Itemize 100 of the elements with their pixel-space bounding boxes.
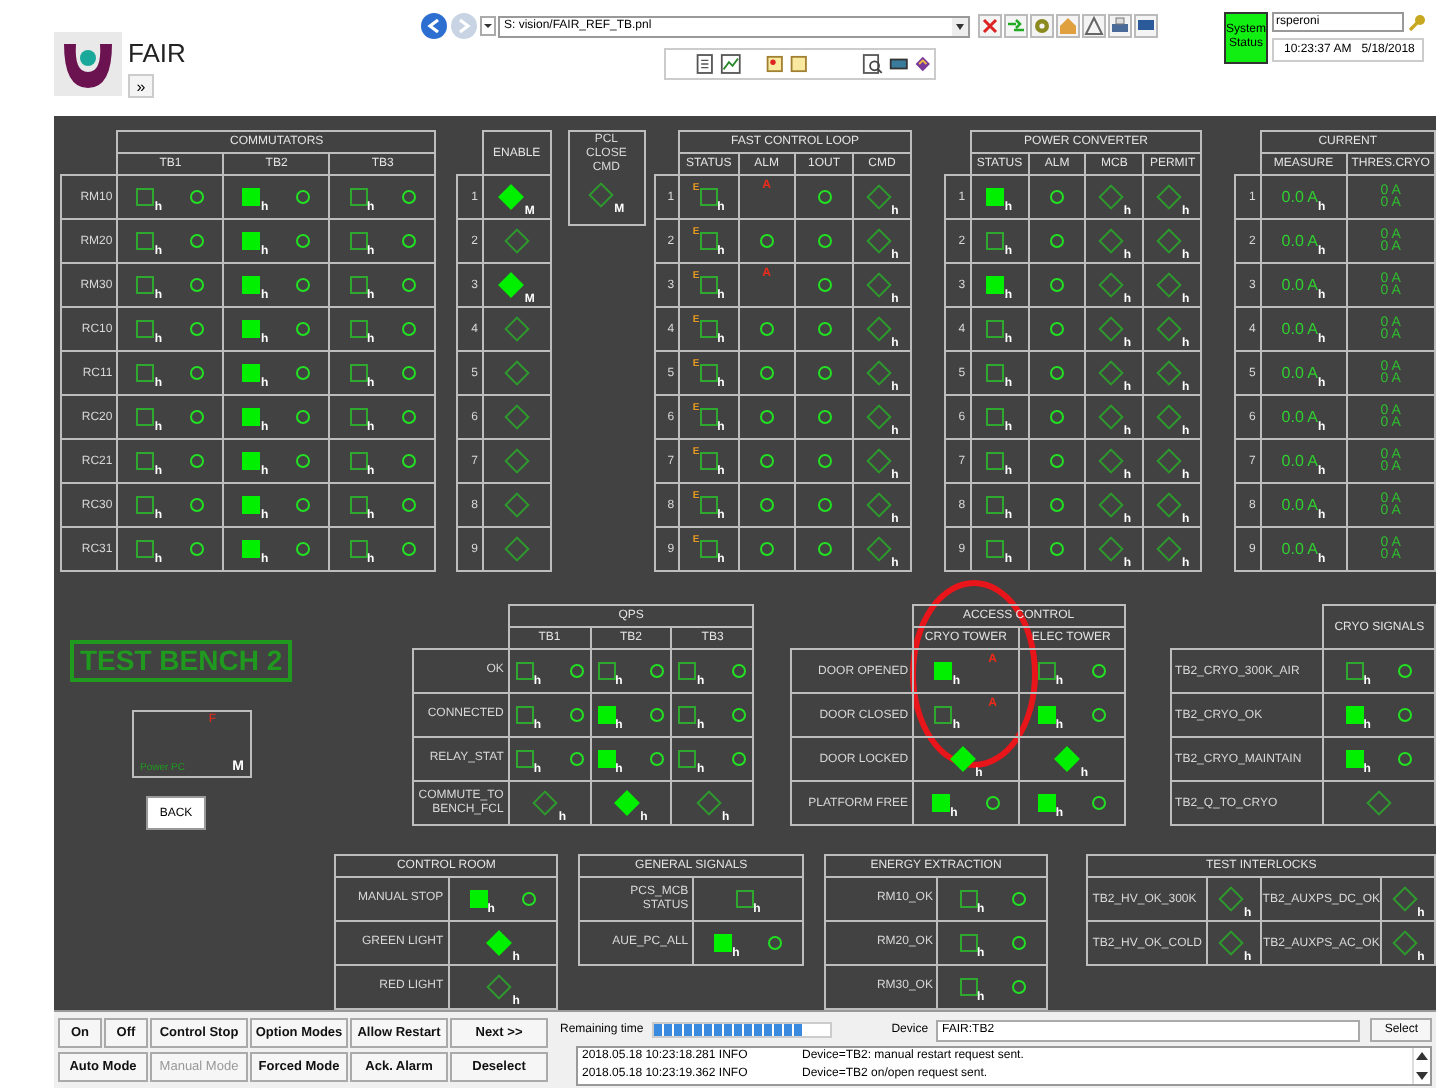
status-circle bbox=[1012, 980, 1027, 994]
status-circle bbox=[759, 498, 774, 512]
status-circle bbox=[1398, 752, 1413, 766]
caret-icon[interactable] bbox=[480, 16, 496, 36]
note-icon[interactable] bbox=[788, 52, 811, 76]
status-circle bbox=[817, 366, 832, 380]
close-icon[interactable] bbox=[978, 14, 1002, 38]
status-circle bbox=[759, 322, 774, 336]
arrows-icon[interactable] bbox=[1004, 14, 1028, 38]
scroll-up-icon[interactable] bbox=[1414, 1048, 1430, 1062]
status-circle bbox=[1050, 322, 1065, 336]
status-circle bbox=[1050, 410, 1065, 424]
status-circle bbox=[296, 498, 311, 512]
logo-icon bbox=[54, 32, 122, 96]
status-circle bbox=[817, 498, 832, 512]
status-circle bbox=[402, 366, 417, 380]
status-circle bbox=[732, 664, 747, 678]
status-circle bbox=[402, 190, 417, 204]
status-circle bbox=[296, 542, 311, 556]
status-circle bbox=[190, 498, 205, 512]
current-reading: 0.0 A bbox=[1281, 452, 1319, 470]
status-circle bbox=[650, 752, 665, 766]
status-circle bbox=[296, 366, 311, 380]
status-circle bbox=[569, 752, 584, 766]
status-circle bbox=[817, 190, 832, 204]
status-circle bbox=[569, 708, 584, 722]
status-circle bbox=[759, 366, 774, 380]
status-circle bbox=[296, 454, 311, 468]
status-circle bbox=[1091, 708, 1105, 722]
status-circle bbox=[402, 542, 417, 556]
monitor-icon[interactable] bbox=[1134, 14, 1158, 38]
status-circle bbox=[759, 234, 774, 248]
status-circle bbox=[190, 190, 205, 204]
status-circle bbox=[817, 454, 832, 468]
status-circle bbox=[190, 410, 205, 424]
status-circle bbox=[1091, 664, 1105, 678]
status-circle bbox=[759, 454, 774, 468]
status-circle bbox=[817, 234, 832, 248]
status-circle bbox=[296, 278, 311, 292]
app-title: FAIR bbox=[128, 38, 186, 68]
status-circle bbox=[732, 752, 747, 766]
printer-icon[interactable] bbox=[1108, 14, 1132, 38]
scroll-down-icon[interactable] bbox=[1414, 1070, 1430, 1084]
status-circle bbox=[1050, 190, 1065, 204]
status-circle bbox=[522, 892, 537, 906]
status-circle bbox=[1050, 454, 1065, 468]
current-reading: 0.0 A bbox=[1281, 496, 1319, 514]
status-circle bbox=[402, 498, 417, 512]
current-reading: 0.0 A bbox=[1281, 276, 1319, 294]
status-circle bbox=[1012, 936, 1027, 950]
current-reading: 0.0 A bbox=[1281, 188, 1319, 206]
note-icon[interactable] bbox=[763, 52, 785, 76]
status-circle bbox=[296, 322, 311, 336]
status-circle bbox=[759, 410, 774, 424]
status-circle bbox=[1091, 796, 1105, 810]
search-icon[interactable] bbox=[861, 52, 884, 76]
status-circle bbox=[1012, 892, 1027, 906]
status-circle bbox=[1050, 234, 1065, 248]
status-circle bbox=[1050, 366, 1065, 380]
status-circle bbox=[1398, 664, 1413, 678]
status-circle bbox=[296, 190, 311, 204]
expand-button[interactable]: » bbox=[128, 74, 154, 98]
status-circle bbox=[402, 454, 417, 468]
status-circle bbox=[817, 410, 832, 424]
status-circle bbox=[402, 410, 417, 424]
back-icon[interactable] bbox=[420, 12, 448, 40]
status-circle bbox=[759, 542, 774, 556]
status-circle bbox=[190, 322, 205, 336]
status-circle bbox=[817, 322, 832, 336]
status-circle bbox=[402, 278, 417, 292]
status-circle bbox=[190, 278, 205, 292]
status-circle bbox=[402, 322, 417, 336]
status-circle bbox=[1050, 278, 1065, 292]
status-circle bbox=[1050, 498, 1065, 512]
current-reading: 0.0 A bbox=[1281, 320, 1319, 338]
status-circle bbox=[817, 278, 832, 292]
chart-icon[interactable] bbox=[719, 52, 742, 76]
status-circle bbox=[402, 234, 417, 248]
status-circle bbox=[650, 664, 665, 678]
current-reading: 0.0 A bbox=[1281, 232, 1319, 250]
status-circle bbox=[985, 796, 1000, 810]
status-circle bbox=[296, 234, 311, 248]
document-icon[interactable] bbox=[694, 52, 716, 76]
status-circle bbox=[1050, 542, 1065, 556]
status-circle bbox=[817, 542, 832, 556]
status-circle bbox=[767, 936, 782, 950]
current-reading: 0.0 A bbox=[1281, 408, 1319, 426]
test-bench-title: TEST BENCH 2 bbox=[70, 640, 293, 682]
current-reading: 0.0 A bbox=[1281, 364, 1319, 382]
caret-icon[interactable] bbox=[952, 17, 968, 35]
status-circle bbox=[190, 454, 205, 468]
status-circle bbox=[1398, 708, 1413, 722]
status-circle bbox=[190, 366, 205, 380]
current-reading: 0.0 A bbox=[1281, 540, 1319, 558]
status-circle bbox=[190, 234, 205, 248]
triangle-icon[interactable] bbox=[1082, 14, 1106, 38]
status-circle bbox=[650, 708, 665, 722]
status-circle bbox=[190, 542, 205, 556]
status-circle bbox=[732, 708, 747, 722]
status-circle bbox=[569, 664, 584, 678]
